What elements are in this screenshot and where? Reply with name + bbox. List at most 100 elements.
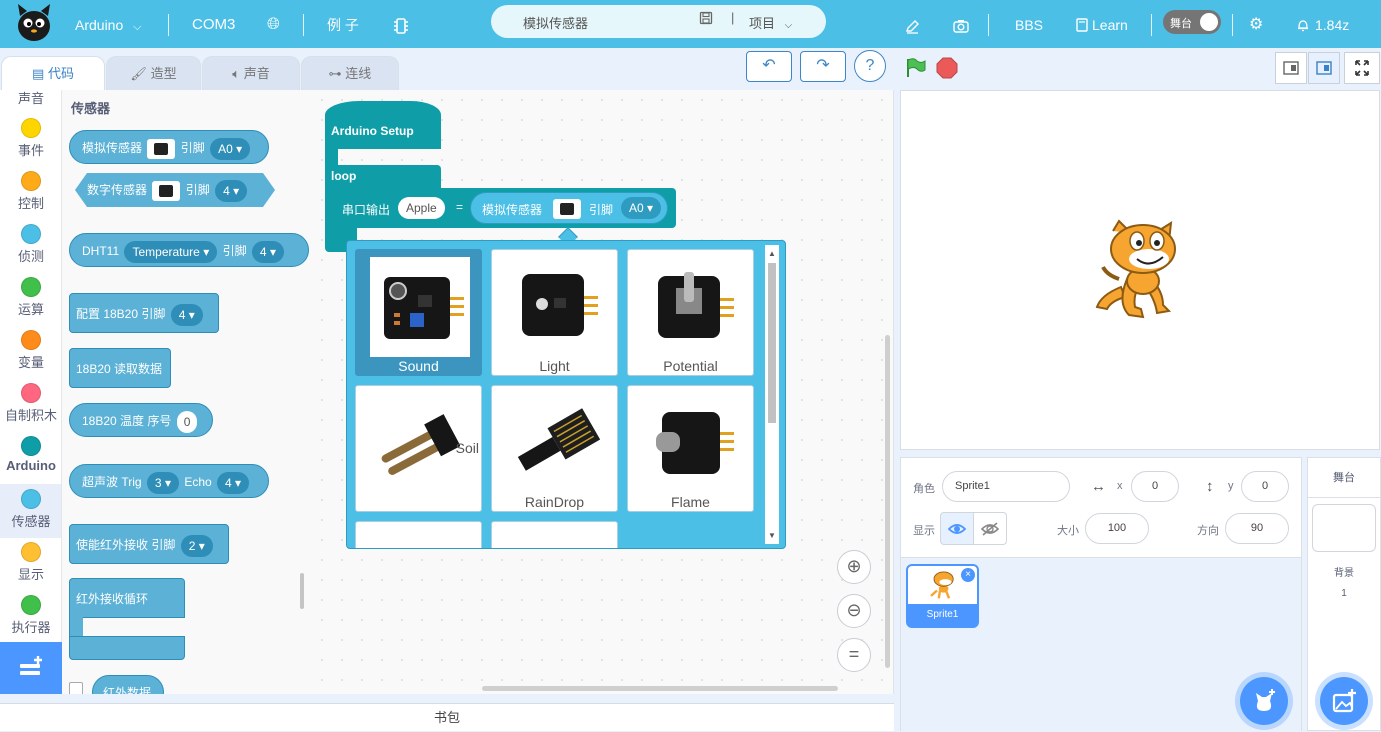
ir-data-checkbox[interactable] (69, 682, 83, 694)
add-extension-button[interactable] (0, 642, 62, 694)
pin-dropdown[interactable]: 4 ▾ (170, 303, 203, 326)
category-events[interactable]: 事件 (0, 118, 61, 159)
logo-icon[interactable] (14, 2, 54, 44)
workspace-hscrollbar[interactable] (482, 686, 838, 691)
temp-18b20-block[interactable]: 18B20 温度 序号 0 (69, 403, 213, 437)
ultrasonic-block[interactable]: 超声波 Trig 3 ▾ Echo 4 ▾ (69, 464, 269, 498)
category-my-blocks[interactable]: 自制积木 (0, 383, 61, 424)
project-menu[interactable]: 项目 ⌵ (749, 13, 792, 32)
sensor-thumbnail[interactable] (147, 138, 176, 159)
category-control[interactable]: 控制 (0, 171, 61, 212)
save-icon[interactable] (699, 11, 713, 28)
x-input[interactable]: 0 (1131, 471, 1179, 502)
size-input[interactable]: 100 (1085, 513, 1149, 544)
learn-link[interactable]: Learn (1076, 0, 1128, 48)
category-display[interactable]: 显示 (0, 542, 61, 583)
pin-dropdown[interactable]: 2 ▾ (180, 534, 213, 557)
camera-icon[interactable] (953, 0, 969, 48)
stage-canvas[interactable] (900, 90, 1380, 450)
sprite-name-input[interactable]: Sprite1 (942, 471, 1070, 502)
popup-scrollbar-track[interactable]: ▲ ▼ (765, 245, 779, 544)
trig-dropdown[interactable]: 3 ▾ (146, 471, 179, 494)
category-sensors[interactable]: 传感器 (0, 484, 61, 538)
redo-button[interactable]: ↷ (800, 51, 846, 82)
upload-icon[interactable] (393, 0, 409, 48)
popup-scrollbar-thumb[interactable] (768, 263, 776, 423)
pin-dropdown[interactable]: 4 ▾ (251, 240, 284, 263)
project-name[interactable]: 模拟传感器 (523, 13, 588, 32)
y-input[interactable]: 0 (1241, 471, 1289, 502)
pin-dropdown[interactable]: A0 ▾ (210, 137, 251, 160)
tab-sounds[interactable]: 🔈︎ 声音 (202, 56, 300, 92)
stop-icon[interactable] (935, 56, 959, 80)
analog-sensor-block[interactable]: 模拟传感器 引脚 A0 ▾ (69, 130, 269, 164)
fullscreen-button[interactable] (1344, 52, 1380, 84)
index-input[interactable]: 0 (176, 410, 198, 433)
read-18b20-block[interactable]: 18B20 读取数据 (69, 348, 171, 388)
sensor-card-flame[interactable]: Flame (627, 385, 754, 512)
scroll-down-icon[interactable]: ▼ (768, 531, 776, 540)
sensor-card-partial[interactable] (355, 521, 482, 548)
direction-input[interactable]: 90 (1225, 513, 1289, 544)
backpack-bar[interactable]: 书包 (0, 703, 894, 731)
sensor-thumbnail[interactable] (553, 199, 581, 219)
config-18b20-block[interactable]: 配置 18B20 引脚 4 ▾ (69, 293, 219, 333)
sensor-card-sound[interactable]: Sound (355, 249, 482, 376)
backdrop-thumbnail[interactable] (1312, 504, 1376, 552)
serial-value-input[interactable]: Apple (398, 197, 445, 219)
sensor-card-light[interactable]: Light (491, 249, 618, 376)
sprite-thumbnail-selected[interactable]: Sprite1 × (906, 564, 979, 628)
tab-costumes[interactable]: 🖌︎ 造型 (106, 56, 201, 92)
edit-icon[interactable] (905, 0, 920, 48)
category-operators[interactable]: 运算 (0, 277, 61, 318)
show-hidden-button[interactable] (973, 512, 1007, 545)
scratch-cat-sprite[interactable] (1091, 217, 1191, 327)
sensor-thumbnail[interactable] (152, 180, 181, 201)
arduino-setup-block[interactable]: Arduino Setup (325, 101, 441, 149)
examples-menu[interactable]: 例 子 (327, 0, 359, 48)
category-actuators[interactable]: 执行器 (0, 595, 61, 636)
zoom-out-button[interactable]: ⊖ (837, 594, 871, 628)
digital-sensor-block[interactable]: 数字传感器 引脚 4 ▾ (75, 173, 275, 207)
large-stage-button[interactable] (1308, 52, 1340, 84)
dht-mode-dropdown[interactable]: Temperature ▾ (124, 240, 218, 263)
category-variables[interactable]: 变量 (0, 330, 61, 371)
pin-dropdown[interactable]: A0 ▾ (621, 197, 662, 219)
show-visible-button[interactable] (940, 512, 974, 545)
echo-dropdown[interactable]: 4 ▾ (217, 471, 250, 494)
add-backdrop-button[interactable] (1320, 677, 1368, 725)
sensor-card-partial[interactable] (491, 521, 618, 548)
bbs-link[interactable]: BBS (1015, 0, 1043, 48)
stage-toggle[interactable]: 舞台 (1163, 10, 1221, 34)
serial-print-block[interactable]: 串口输出 Apple = 模拟传感器 引脚 A0 ▾ (325, 188, 676, 228)
sensor-card-raindrop[interactable]: RainDrop (491, 385, 618, 512)
analog-sensor-reporter[interactable]: 模拟传感器 引脚 A0 ▾ (470, 192, 668, 224)
undo-button[interactable]: ↶ (746, 51, 792, 82)
port-selector[interactable]: COM3 (192, 0, 235, 48)
board-selector[interactable]: Arduino ⌵ (75, 0, 142, 48)
zoom-in-button[interactable]: ⊕ (837, 550, 871, 584)
ir-loop-block[interactable]: 红外接收循环 (69, 578, 185, 664)
sensor-card-potential[interactable]: Potential (627, 249, 754, 376)
tab-code[interactable]: ▤ 代码 (1, 56, 105, 94)
category-arduino[interactable]: Arduino (0, 436, 61, 473)
ir-enable-block[interactable]: 使能红外接收 引脚 2 ▾ (69, 524, 229, 564)
delete-sprite-icon[interactable]: × (961, 568, 975, 582)
tab-wiring[interactable]: ⊶ 连线 (301, 56, 399, 92)
help-button[interactable]: ? (854, 50, 886, 82)
small-stage-button[interactable] (1275, 52, 1307, 84)
pin-dropdown[interactable]: 4 ▾ (215, 179, 248, 202)
globe-icon[interactable]: 🌐︎ (267, 0, 280, 48)
workspace-vscrollbar[interactable] (885, 335, 890, 668)
dht11-block[interactable]: DHT11 Temperature ▾ 引脚 4 ▾ (69, 233, 309, 267)
category-sound[interactable]: 声音 (0, 90, 61, 107)
ir-data-block[interactable]: 红外数据 (92, 675, 164, 694)
gear-icon[interactable]: ⚙︎ (1249, 0, 1263, 48)
green-flag-icon[interactable] (903, 56, 927, 80)
add-sprite-button[interactable] (1240, 677, 1288, 725)
category-sensing[interactable]: 侦测 (0, 224, 61, 265)
zoom-reset-button[interactable]: = (837, 638, 871, 672)
sensor-card-soil[interactable]: Soil (355, 385, 482, 512)
palette-scrollbar[interactable] (300, 573, 304, 609)
scroll-up-icon[interactable]: ▲ (768, 249, 776, 258)
